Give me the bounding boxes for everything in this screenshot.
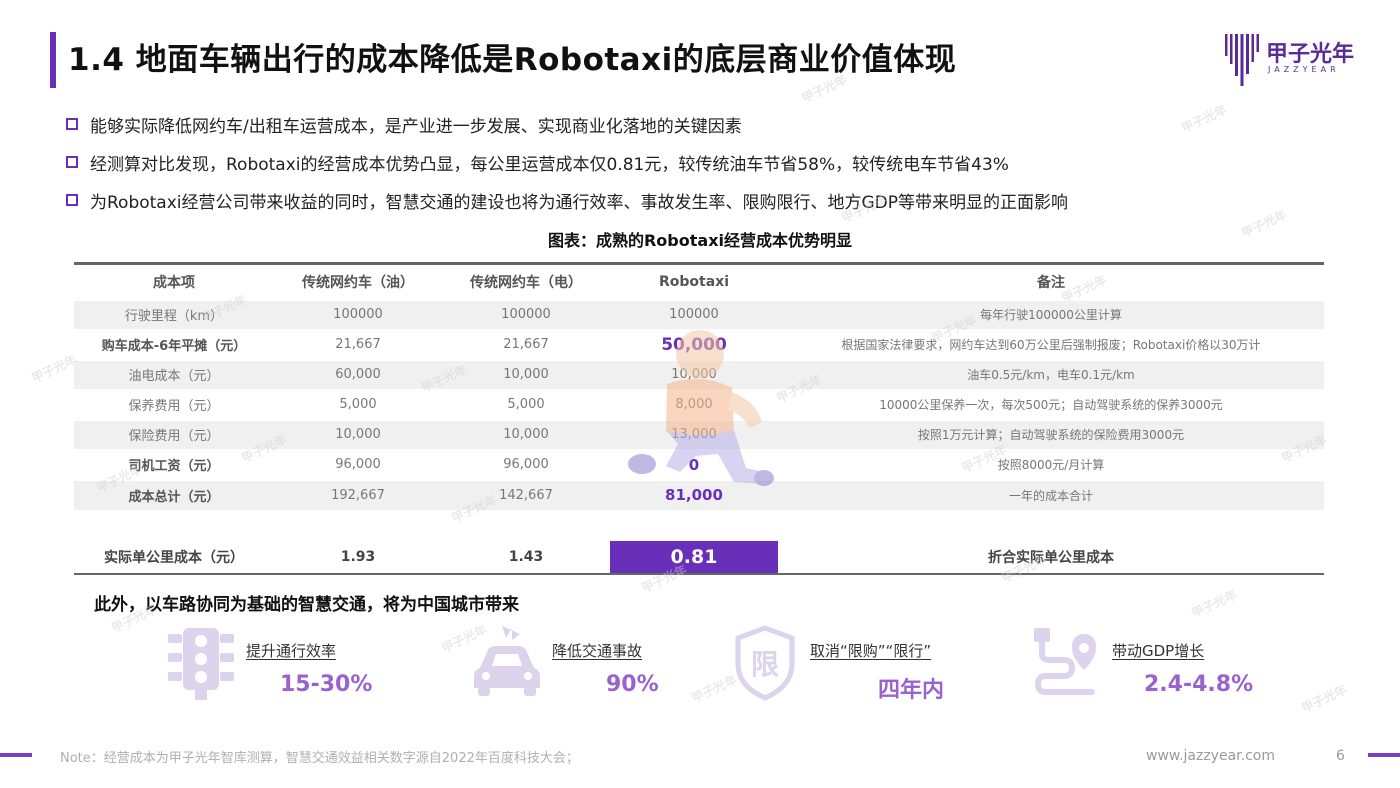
benefit-label: 取消“限购”“限行”: [810, 642, 932, 660]
cell-ev: 21,667: [442, 328, 610, 360]
cell-note: 按照8000元/月计算: [778, 448, 1324, 480]
logo-bars-icon: [1225, 34, 1259, 86]
cell-robotaxi: 50,000: [610, 328, 778, 360]
cell-oil: 10,000: [274, 418, 442, 450]
bullet-square-icon: [66, 194, 78, 206]
route-location-icon: [1034, 628, 1096, 695]
logo-english-text: JAZZYEAR: [1268, 65, 1340, 74]
benefit-label: 带动GDP增长: [1112, 642, 1205, 660]
bullet-text: 经测算对比发现，Robotaxi的经营成本优势凸显，每公里运营成本仅0.81元，…: [90, 154, 1009, 175]
cell-note: 每年行驶100000公里计算: [778, 298, 1324, 330]
cell-oil: 192,667: [274, 478, 442, 510]
cell-item: 行驶里程（km）: [74, 298, 274, 330]
benefit-label: 提升通行效率: [246, 642, 337, 660]
cell-robotaxi-highlight: 0.81: [610, 538, 778, 574]
cell-note: 折合实际单公里成本: [778, 538, 1324, 574]
bullet-item: 为Robotaxi经营公司带来收益的同时，智慧交通的建设也将为通行效率、事故发生…: [66, 181, 1316, 219]
title-accent-bar: [50, 32, 56, 88]
shield-glyph: 限: [751, 648, 779, 681]
cell-ev: 96,000: [442, 448, 610, 480]
cell-robotaxi: 0: [610, 448, 778, 480]
cost-comparison-table: 成本项 传统网约车（油） 传统网约车（电） Robotaxi 备注 行驶里程（k…: [74, 262, 1324, 575]
cell-ev: 100000: [442, 298, 610, 330]
cell-note: 按照1万元计算；自动驾驶系统的保险费用3000元: [778, 418, 1324, 450]
watermark: 甲子光年: [1189, 587, 1239, 621]
cell-ev: 10,000: [442, 418, 610, 450]
table-row: 行驶里程（km） 100000 100000 100000 每年行驶100000…: [74, 298, 1324, 330]
benefit-traffic-efficiency: 提升通行效率 15-30%: [166, 624, 466, 704]
cell-item: 实际单公里成本（元）: [74, 538, 274, 574]
table-row: 保险费用（元） 10,000 10,000 13,000 按照1万元计算；自动驾…: [74, 418, 1324, 450]
cell-oil: 96,000: [274, 448, 442, 480]
benefit-gdp-growth: 带动GDP增长 2.4-4.8%: [1032, 624, 1332, 704]
cell-oil: 1.93: [274, 538, 442, 574]
cell-ev: 1.43: [442, 538, 610, 574]
bullet-text: 为Robotaxi经营公司带来收益的同时，智慧交通的建设也将为通行效率、事故发生…: [90, 192, 1069, 213]
benefit-label: 降低交通事故: [552, 642, 643, 660]
cell-note: 10000公里保养一次，每次500元；自动驾驶系统的保养3000元: [778, 388, 1324, 420]
bullet-square-icon: [66, 118, 78, 130]
cell-ev: 142,667: [442, 478, 610, 510]
footer-note: Note：经营成本为甲子光年智库测算，智慧交通效益相关数字源自2022年百度科技…: [60, 751, 579, 766]
table-header-row: 成本项 传统网约车（油） 传统网约车（电） Robotaxi 备注: [74, 263, 1324, 300]
bullet-list: 能够实际降低网约车/出租车运营成本，是产业进一步发展、实现商业化落地的关键因素 …: [66, 105, 1316, 219]
page-number: 6: [1336, 748, 1345, 764]
cell-oil: 21,667: [274, 328, 442, 360]
jazzyear-logo: 甲子光年 JAZZYEAR: [1224, 32, 1364, 88]
cell-robotaxi: 81,000: [610, 478, 778, 510]
restriction-shield-icon: 限: [735, 625, 795, 701]
cell-note: 油车0.5元/km，电车0.1元/km: [778, 358, 1324, 390]
table-row: 保养费用（元） 5,000 5,000 8,000 10000公里保养一次，每次…: [74, 388, 1324, 420]
cell-ev: 10,000: [442, 358, 610, 390]
table-total-row: 实际单公里成本（元） 1.93 1.43 0.81 折合实际单公里成本: [74, 538, 1324, 574]
cell-item: 油电成本（元）: [74, 358, 274, 390]
cell-oil: 100000: [274, 298, 442, 330]
watermark: 甲子光年: [29, 352, 79, 386]
benefit-value: 90%: [606, 672, 659, 697]
table-row: 成本总计（元） 192,667 142,667 81,000 一年的成本合计: [74, 478, 1324, 510]
header-robotaxi: Robotaxi: [658, 273, 729, 290]
cell-item: 保养费用（元）: [74, 388, 274, 420]
table-row: 司机工资（元） 96,000 96,000 0 按照8000元/月计算: [74, 448, 1324, 480]
table-row: 油电成本（元） 60,000 10,000 10,000 油车0.5元/km，电…: [74, 358, 1324, 390]
cell-note: 一年的成本合计: [778, 478, 1324, 510]
benefit-lift-restrictions: 限 取消“限购”“限行” 四年内: [730, 624, 1030, 704]
bullet-text: 能够实际降低网约车/出租车运营成本，是产业进一步发展、实现商业化落地的关键因素: [90, 116, 742, 137]
header-oil-car: 传统网约车（油）: [302, 274, 414, 291]
cell-robotaxi: 10,000: [610, 358, 778, 390]
footer-url: www.jazzyear.com: [1146, 748, 1275, 764]
cell-item: 保险费用（元）: [74, 418, 274, 450]
benefit-value: 2.4-4.8%: [1144, 672, 1254, 697]
header-note: 备注: [1037, 274, 1065, 291]
cell-item: 司机工资（元）: [74, 448, 274, 480]
cell-item: 购车成本-6年平摊（元）: [74, 328, 274, 360]
bullet-square-icon: [66, 156, 78, 168]
benefit-value: 四年内: [878, 678, 945, 703]
table-spacer: [74, 509, 1324, 540]
table-caption: 图表：成熟的Robotaxi经营成本优势明显: [547, 231, 852, 250]
cell-item: 成本总计（元）: [74, 478, 274, 510]
benefits-heading: 此外，以车路协同为基础的智慧交通，将为中国城市带来: [94, 595, 519, 615]
cell-ev: 5,000: [442, 388, 610, 420]
benefit-accident-reduction: 降低交通事故 90%: [472, 624, 772, 704]
cell-robotaxi: 8,000: [610, 388, 778, 420]
car-crash-icon: [474, 626, 540, 696]
cell-oil: 5,000: [274, 388, 442, 420]
header-cost-item: 成本项: [153, 274, 195, 291]
bullet-item: 能够实际降低网约车/出租车运营成本，是产业进一步发展、实现商业化落地的关键因素: [66, 105, 1316, 143]
benefit-value: 15-30%: [280, 672, 373, 697]
footer-accent-left: [0, 753, 32, 757]
page-title: 1.4 地面车辆出行的成本降低是Robotaxi的底层商业价值体现: [68, 42, 957, 78]
traffic-light-icon: [168, 628, 234, 700]
bullet-item: 经测算对比发现，Robotaxi的经营成本优势凸显，每公里运营成本仅0.81元，…: [66, 143, 1316, 181]
footer-accent-right: [1368, 753, 1400, 757]
cell-robotaxi: 100000: [610, 298, 778, 330]
header-ev-car: 传统网约车（电）: [470, 274, 582, 291]
logo-chinese-text: 甲子光年: [1266, 42, 1355, 67]
cell-oil: 60,000: [274, 358, 442, 390]
cell-note: 根据国家法律要求，网约车达到60万公里后强制报废；Robotaxi价格以30万计: [778, 328, 1324, 360]
cell-robotaxi: 13,000: [610, 418, 778, 450]
table-row: 购车成本-6年平摊（元） 21,667 21,667 50,000 根据国家法律…: [74, 328, 1324, 360]
